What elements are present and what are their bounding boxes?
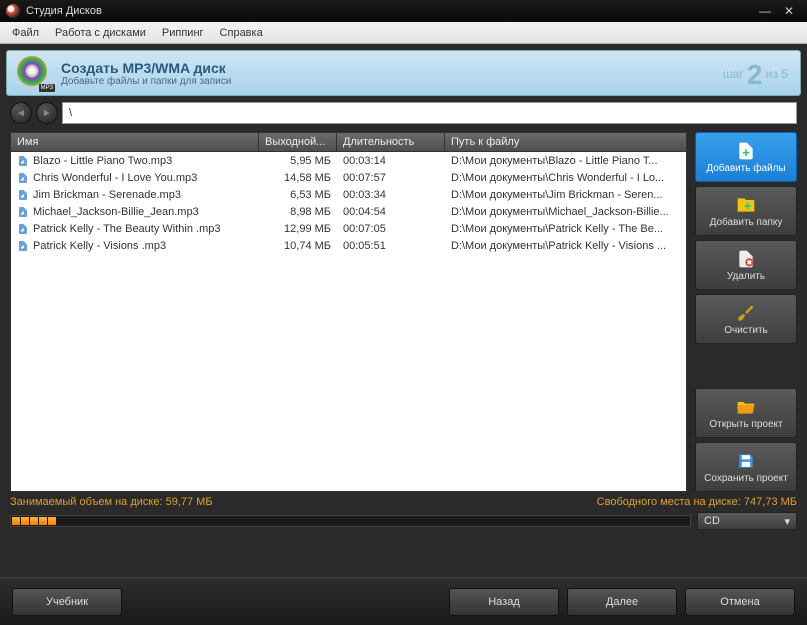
minimize-button[interactable]: —	[753, 4, 777, 18]
music-file-icon	[17, 206, 29, 218]
col-header-name[interactable]: Имя	[11, 133, 259, 151]
file-row[interactable]: Michael_Jackson-Billie_Jean.mp3 8,98 МБ00…	[11, 203, 686, 220]
file-pane: Имя Выходной... Длительность Путь к файл…	[10, 132, 687, 492]
file-duration: 00:07:57	[337, 172, 445, 184]
file-path: D:\Мои документы\Michael_Jackson-Billie.…	[445, 206, 686, 218]
back-button[interactable]: Назад	[449, 588, 559, 616]
music-file-icon	[17, 155, 29, 167]
file-name: Patrick Kelly - Visions .mp3	[33, 240, 166, 252]
free-space: Свободного места на диске: 747,73 МБ	[597, 496, 797, 508]
file-name: Blazo - Little Piano Two.mp3	[33, 155, 172, 167]
file-duration: 00:05:51	[337, 240, 445, 252]
menu-file[interactable]: Файл	[4, 24, 47, 42]
titlebar: Студия Дисков — ✕	[0, 0, 807, 22]
file-duration: 00:03:14	[337, 155, 445, 167]
file-row[interactable]: Patrick Kelly - Visions .mp3 10,74 МБ00:0…	[11, 237, 686, 254]
clear-button[interactable]: Очистить	[695, 294, 797, 344]
file-row[interactable]: Chris Wonderful - I Love You.mp3 14,58 МБ…	[11, 169, 686, 186]
file-size: 6,53 МБ	[259, 189, 337, 201]
file-path: D:\Мои документы\Jim Brickman - Seren...	[445, 189, 686, 201]
file-size: 8,98 МБ	[259, 206, 337, 218]
nav-forward-button[interactable]: ►	[36, 102, 58, 124]
file-size: 14,58 МБ	[259, 172, 337, 184]
status-bar: Занимаемый объем на диске: 59,77 МБ Своб…	[10, 496, 797, 508]
file-duration: 00:03:34	[337, 189, 445, 201]
music-file-icon	[17, 172, 29, 184]
file-path: D:\Мои документы\Chris Wonderful - I Lo.…	[445, 172, 686, 184]
disc-icon: MP3	[17, 56, 51, 90]
file-list[interactable]: Blazo - Little Piano Two.mp35,95 МБ00:03…	[10, 152, 687, 492]
wizard-banner: MP3 Создать MP3/WMA диск Добавьте файлы …	[6, 50, 801, 96]
save-project-button[interactable]: Сохранить проект	[695, 442, 797, 492]
file-size: 12,99 МБ	[259, 223, 337, 235]
col-header-path[interactable]: Путь к файлу	[445, 133, 686, 151]
tutorial-button[interactable]: Учебник	[12, 588, 122, 616]
nav-back-button[interactable]: ◄	[10, 102, 32, 124]
cancel-button[interactable]: Отмена	[685, 588, 795, 616]
open-project-button[interactable]: Открыть проект	[695, 388, 797, 438]
music-file-icon	[17, 223, 29, 235]
music-file-icon	[17, 189, 29, 201]
folder-plus-icon	[736, 195, 756, 215]
close-button[interactable]: ✕	[777, 4, 801, 18]
file-name: Michael_Jackson-Billie_Jean.mp3	[33, 206, 199, 218]
file-size: 10,74 МБ	[259, 240, 337, 252]
step-indicator: шаг 2 из 5	[723, 59, 788, 91]
menu-discs[interactable]: Работа с дисками	[47, 24, 154, 42]
file-size: 5,95 МБ	[259, 155, 337, 167]
file-name: Patrick Kelly - The Beauty Within .mp3	[33, 223, 220, 235]
col-header-size[interactable]: Выходной...	[259, 133, 337, 151]
next-button[interactable]: Далее	[567, 588, 677, 616]
broom-icon	[736, 303, 756, 323]
delete-button[interactable]: Удалить	[695, 240, 797, 290]
sidebar: Добавить файлы Добавить папку Удалить Оч…	[695, 132, 797, 492]
file-row[interactable]: Blazo - Little Piano Two.mp3 5,95 МБ00:03…	[11, 152, 686, 169]
used-space: Занимаемый объем на диске: 59,77 МБ	[10, 496, 213, 508]
add-files-button[interactable]: Добавить файлы	[695, 132, 797, 182]
chevron-down-icon: ▾	[784, 515, 790, 528]
music-file-icon	[17, 240, 29, 252]
file-duration: 00:07:05	[337, 223, 445, 235]
file-duration: 00:04:54	[337, 206, 445, 218]
footer: Учебник Назад Далее Отмена	[0, 577, 807, 625]
menu-help[interactable]: Справка	[212, 24, 271, 42]
menu-ripping[interactable]: Риппинг	[154, 24, 212, 42]
file-name: Jim Brickman - Serenade.mp3	[33, 189, 181, 201]
banner-subtitle: Добавьте файлы и папки для записи	[61, 76, 231, 87]
file-row[interactable]: Jim Brickman - Serenade.mp3 6,53 МБ00:03:…	[11, 186, 686, 203]
disc-type-select[interactable]: CD ▾	[697, 512, 797, 530]
capacity-bar	[10, 515, 691, 527]
banner-title: Создать MP3/WMA диск	[61, 60, 231, 76]
file-header: Имя Выходной... Длительность Путь к файл…	[10, 132, 687, 152]
file-plus-icon	[736, 141, 756, 161]
add-folder-button[interactable]: Добавить папку	[695, 186, 797, 236]
folder-open-icon	[736, 397, 756, 417]
file-path: D:\Мои документы\Blazo - Little Piano T.…	[445, 155, 686, 167]
path-row: ◄ ►	[10, 102, 797, 124]
window-title: Студия Дисков	[26, 5, 102, 17]
file-delete-icon	[736, 249, 756, 269]
file-path: D:\Мои документы\Patrick Kelly - Visions…	[445, 240, 686, 252]
app-logo-icon	[6, 4, 20, 18]
file-row[interactable]: Patrick Kelly - The Beauty Within .mp3 12…	[11, 220, 686, 237]
file-name: Chris Wonderful - I Love You.mp3	[33, 172, 197, 184]
file-path: D:\Мои документы\Patrick Kelly - The Be.…	[445, 223, 686, 235]
save-icon	[736, 451, 756, 471]
col-header-duration[interactable]: Длительность	[337, 133, 445, 151]
menubar: Файл Работа с дисками Риппинг Справка	[0, 22, 807, 44]
path-input[interactable]	[62, 102, 797, 124]
